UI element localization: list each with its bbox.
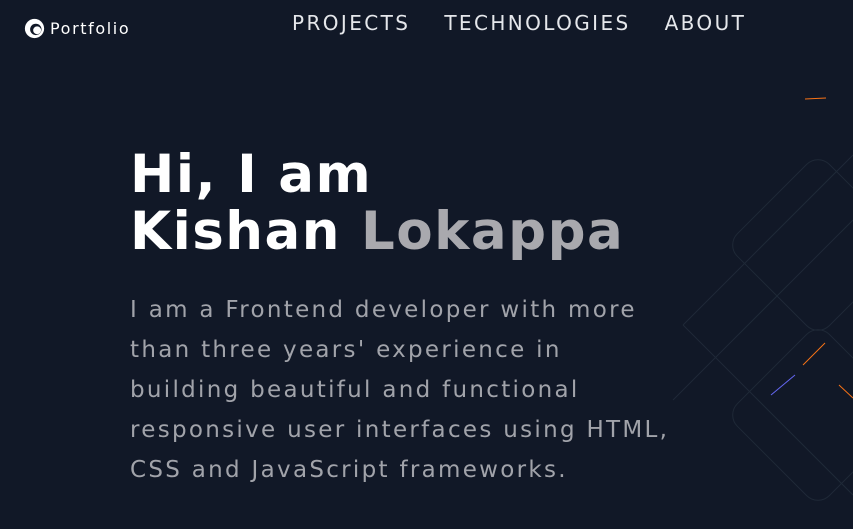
brand-name: Portfolio (50, 19, 131, 38)
background-decoration (672, 97, 853, 501)
hero-description: I am a Frontend developer with more than… (130, 297, 670, 483)
hero-heading: Hi, I am Kishan Lokappa (130, 146, 624, 260)
hero-greeting: Hi, I am (130, 144, 373, 205)
brand-logo-link[interactable]: Portfolio (24, 18, 130, 39)
hero-name: Kishan Lokappa (130, 203, 624, 260)
portfolio-logo-icon (24, 18, 45, 39)
nav-link-technologies[interactable]: TECHNOLOGIES (444, 10, 630, 36)
nav-link-about[interactable]: ABOUT (665, 10, 747, 36)
main-nav: PROJECTS TECHNOLOGIES ABOUT (292, 10, 746, 36)
hero-first-name: Kishan (130, 201, 342, 262)
nav-link-projects[interactable]: PROJECTS (292, 10, 410, 36)
hero-last-name: Lokappa (360, 201, 625, 262)
